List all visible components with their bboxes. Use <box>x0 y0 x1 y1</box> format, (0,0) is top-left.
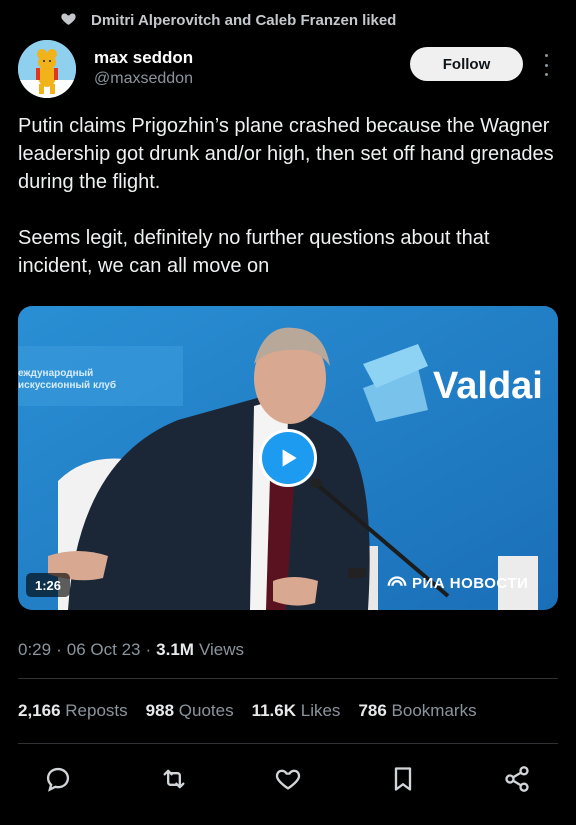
meta-separator-1: · <box>56 640 62 659</box>
social-context[interactable]: Dmitri Alperovitch and Caleb Franzen lik… <box>60 8 396 32</box>
tweet-time[interactable]: 0:29 <box>18 640 51 660</box>
avatar[interactable] <box>18 40 76 98</box>
banner-line-2: искуссионный клуб <box>18 379 116 391</box>
like-icon[interactable] <box>274 765 302 793</box>
reposts-label: Reposts <box>65 701 128 720</box>
engagement-stats: 2,166 Reposts 988 Quotes 11.6K Likes 786… <box>18 699 477 723</box>
bookmark-icon[interactable] <box>389 765 417 793</box>
quotes-label: Quotes <box>178 701 234 720</box>
meta-separator-2: · <box>145 640 152 659</box>
ria-logo-icon <box>387 576 407 586</box>
quotes-count: 988 <box>145 701 175 720</box>
divider <box>18 743 558 744</box>
author-name[interactable]: max seddon <box>94 48 193 68</box>
likes-label: Likes <box>300 701 341 720</box>
views-label: Views <box>198 640 244 659</box>
follow-button[interactable]: Follow <box>410 47 523 81</box>
more-vertical-icon[interactable] <box>538 54 554 76</box>
reposts-stat[interactable]: 2,166 Reposts <box>18 701 128 721</box>
social-context-text: Dmitri Alperovitch and Caleb Franzen lik… <box>91 11 397 29</box>
bookmarks-count: 786 <box>358 701 387 720</box>
author-handle[interactable]: @maxseddon <box>94 70 193 88</box>
banner-line-1: еждународный <box>18 368 93 379</box>
repost-icon[interactable] <box>160 765 188 793</box>
ria-novosti-watermark: РИА НОВОСТИ <box>386 570 528 596</box>
views-count: 3.1M <box>156 640 194 659</box>
valdai-logo-text: Valdai <box>433 365 543 407</box>
video-duration: 1:26 <box>26 573 70 597</box>
ria-novosti-text: РИА НОВОСТИ <box>412 574 529 592</box>
play-icon <box>282 449 297 467</box>
reposts-count: 2,166 <box>18 701 61 720</box>
bookmarks-label: Bookmarks <box>391 701 477 720</box>
divider <box>18 678 558 679</box>
tweet-date[interactable]: 06 Oct 23 <box>67 640 141 660</box>
video-player[interactable]: еждународный искуссионный клуб Valdai 1:… <box>18 306 558 610</box>
tweet-text: Putin claims Prigozhin’s plane crashed b… <box>18 112 563 280</box>
likes-stat[interactable]: 11.6K Likes <box>252 701 341 721</box>
heart-icon <box>60 10 77 31</box>
play-button[interactable] <box>259 429 317 487</box>
tweet-paragraph-2: Seems legit, definitely no further quest… <box>18 227 490 277</box>
likes-count: 11.6K <box>251 701 297 720</box>
reply-icon[interactable] <box>44 765 72 793</box>
bookmarks-stat[interactable]: 786 Bookmarks <box>358 701 476 721</box>
quotes-stat[interactable]: 988 Quotes <box>146 701 234 721</box>
share-icon[interactable] <box>503 765 531 793</box>
tweet-paragraph-1: Putin claims Prigozhin’s plane crashed b… <box>18 115 554 193</box>
action-bar <box>0 755 576 801</box>
tweet-meta: 0:29 · 06 Oct 23 · 3.1M Views <box>18 638 244 662</box>
